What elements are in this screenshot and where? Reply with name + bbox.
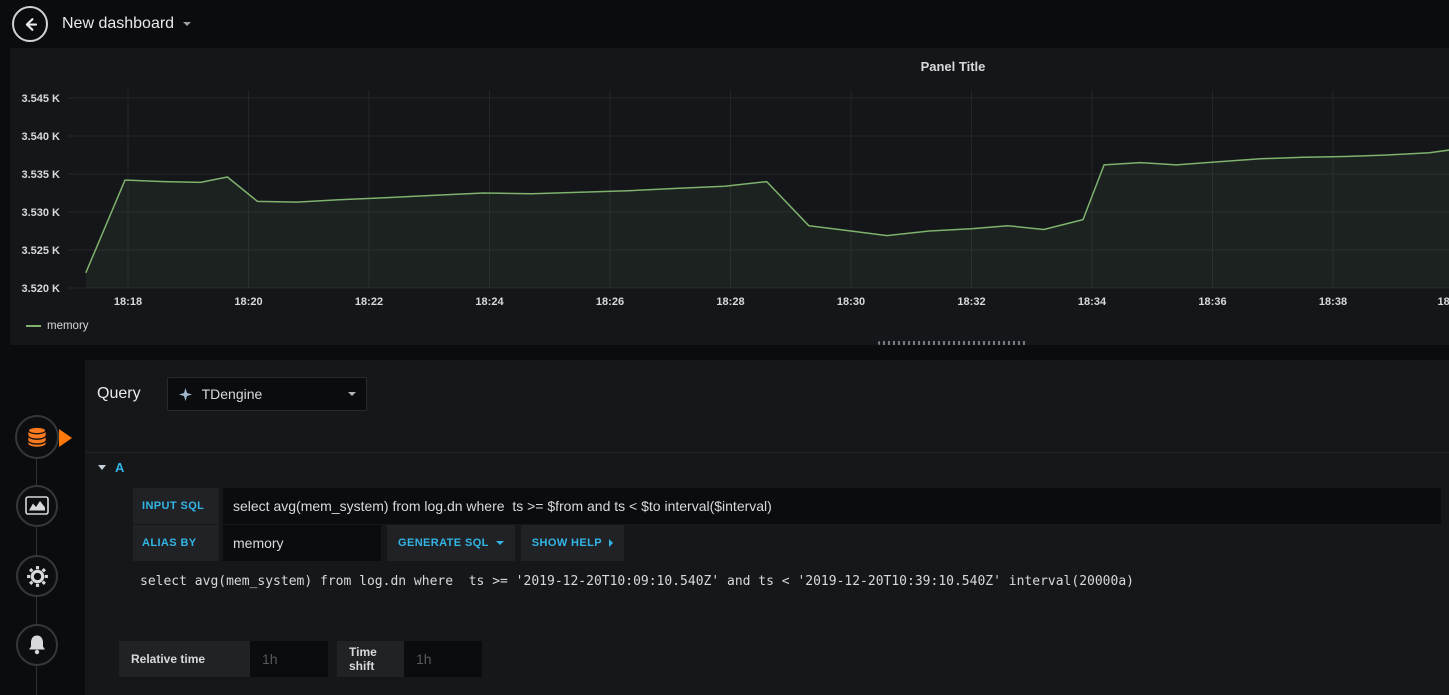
svg-text:18: 18 bbox=[1438, 296, 1449, 308]
dashboard-title[interactable]: New dashboard bbox=[62, 15, 174, 33]
alias-row: ALIAS BY GENERATE SQL SHOW HELP bbox=[133, 525, 630, 561]
tdengine-datasource-icon bbox=[178, 387, 192, 401]
database-icon bbox=[27, 426, 47, 447]
svg-text:3.540 K: 3.540 K bbox=[21, 131, 60, 143]
time-shift-label: Time shift bbox=[337, 641, 404, 677]
back-button[interactable] bbox=[12, 6, 48, 42]
graph-panel: Panel Title 3.545 K 3.540 K 3.535 K 3.530 K… bbox=[10, 48, 1449, 345]
query-header: Query TDengine bbox=[97, 377, 367, 411]
caret-down-icon bbox=[98, 465, 106, 470]
svg-text:18:38: 18:38 bbox=[1319, 296, 1347, 308]
caret-down-icon bbox=[495, 541, 504, 545]
query-ref-id: A bbox=[115, 460, 125, 475]
datasource-name: TDengine bbox=[201, 386, 263, 402]
caret-down-icon bbox=[183, 22, 192, 26]
svg-text:18:28: 18:28 bbox=[716, 296, 744, 308]
bell-icon bbox=[29, 635, 45, 655]
query-options-row: Relative time Time shift bbox=[119, 641, 482, 677]
query-section-title: Query bbox=[97, 385, 141, 402]
relative-time-label: Relative time bbox=[119, 641, 250, 677]
svg-text:3.520 K: 3.520 K bbox=[21, 283, 60, 295]
tab-general[interactable] bbox=[16, 555, 58, 597]
caret-down-icon bbox=[347, 392, 356, 396]
svg-text:18:34: 18:34 bbox=[1078, 296, 1107, 308]
svg-text:18:26: 18:26 bbox=[596, 296, 624, 308]
alias-by-label: ALIAS BY bbox=[133, 525, 219, 561]
legend-label: memory bbox=[47, 320, 89, 332]
tab-alert[interactable] bbox=[16, 624, 58, 666]
top-bar: New dashboard bbox=[0, 0, 1449, 48]
tab-queries[interactable] bbox=[15, 415, 59, 459]
legend-item-memory[interactable]: memory bbox=[26, 320, 89, 332]
svg-text:3.525 K: 3.525 K bbox=[21, 245, 60, 257]
svg-text:3.545 K: 3.545 K bbox=[21, 93, 60, 105]
panel-title[interactable]: Panel Title bbox=[878, 59, 1028, 74]
query-collapse-toggle[interactable]: A bbox=[85, 452, 1449, 482]
graph-icon bbox=[25, 496, 49, 515]
generate-sql-button[interactable]: GENERATE SQL bbox=[387, 525, 515, 561]
show-help-button[interactable]: SHOW HELP bbox=[520, 525, 624, 561]
alias-field[interactable] bbox=[223, 525, 381, 561]
caret-right-icon bbox=[609, 539, 613, 547]
input-sql-label: INPUT SQL bbox=[133, 488, 219, 524]
svg-text:18:36: 18:36 bbox=[1198, 296, 1226, 308]
legend-color-swatch bbox=[26, 325, 41, 327]
svg-text:18:24: 18:24 bbox=[475, 296, 504, 308]
datasource-picker[interactable]: TDengine bbox=[166, 377, 367, 411]
relative-time-input[interactable] bbox=[250, 641, 328, 677]
time-shift-input[interactable] bbox=[404, 641, 482, 677]
active-tab-arrow-icon bbox=[59, 429, 72, 447]
svg-text:18:22: 18:22 bbox=[355, 296, 383, 308]
tab-visualization[interactable] bbox=[16, 485, 58, 527]
svg-text:3.535 K: 3.535 K bbox=[21, 169, 60, 181]
input-sql-field[interactable] bbox=[223, 488, 1441, 524]
arrow-left-icon bbox=[25, 17, 37, 31]
time-series-chart[interactable]: 3.545 K 3.540 K 3.535 K 3.530 K 3.525 K 3.520… bbox=[10, 48, 1449, 345]
svg-text:18:18: 18:18 bbox=[114, 296, 142, 308]
svg-text:18:32: 18:32 bbox=[957, 296, 985, 308]
horizontal-scrollbar[interactable] bbox=[878, 341, 1028, 345]
query-editor-panel: Query TDengine A INPUT SQL ALIAS BY GENE… bbox=[85, 360, 1449, 695]
gear-icon bbox=[26, 565, 48, 587]
input-sql-row: INPUT SQL bbox=[133, 488, 1441, 524]
svg-text:18:30: 18:30 bbox=[837, 296, 865, 308]
svg-text:3.530 K: 3.530 K bbox=[21, 207, 60, 219]
svg-text:18:20: 18:20 bbox=[234, 296, 262, 308]
generated-sql-text: select avg(mem_system) from log.dn where… bbox=[140, 574, 1134, 589]
